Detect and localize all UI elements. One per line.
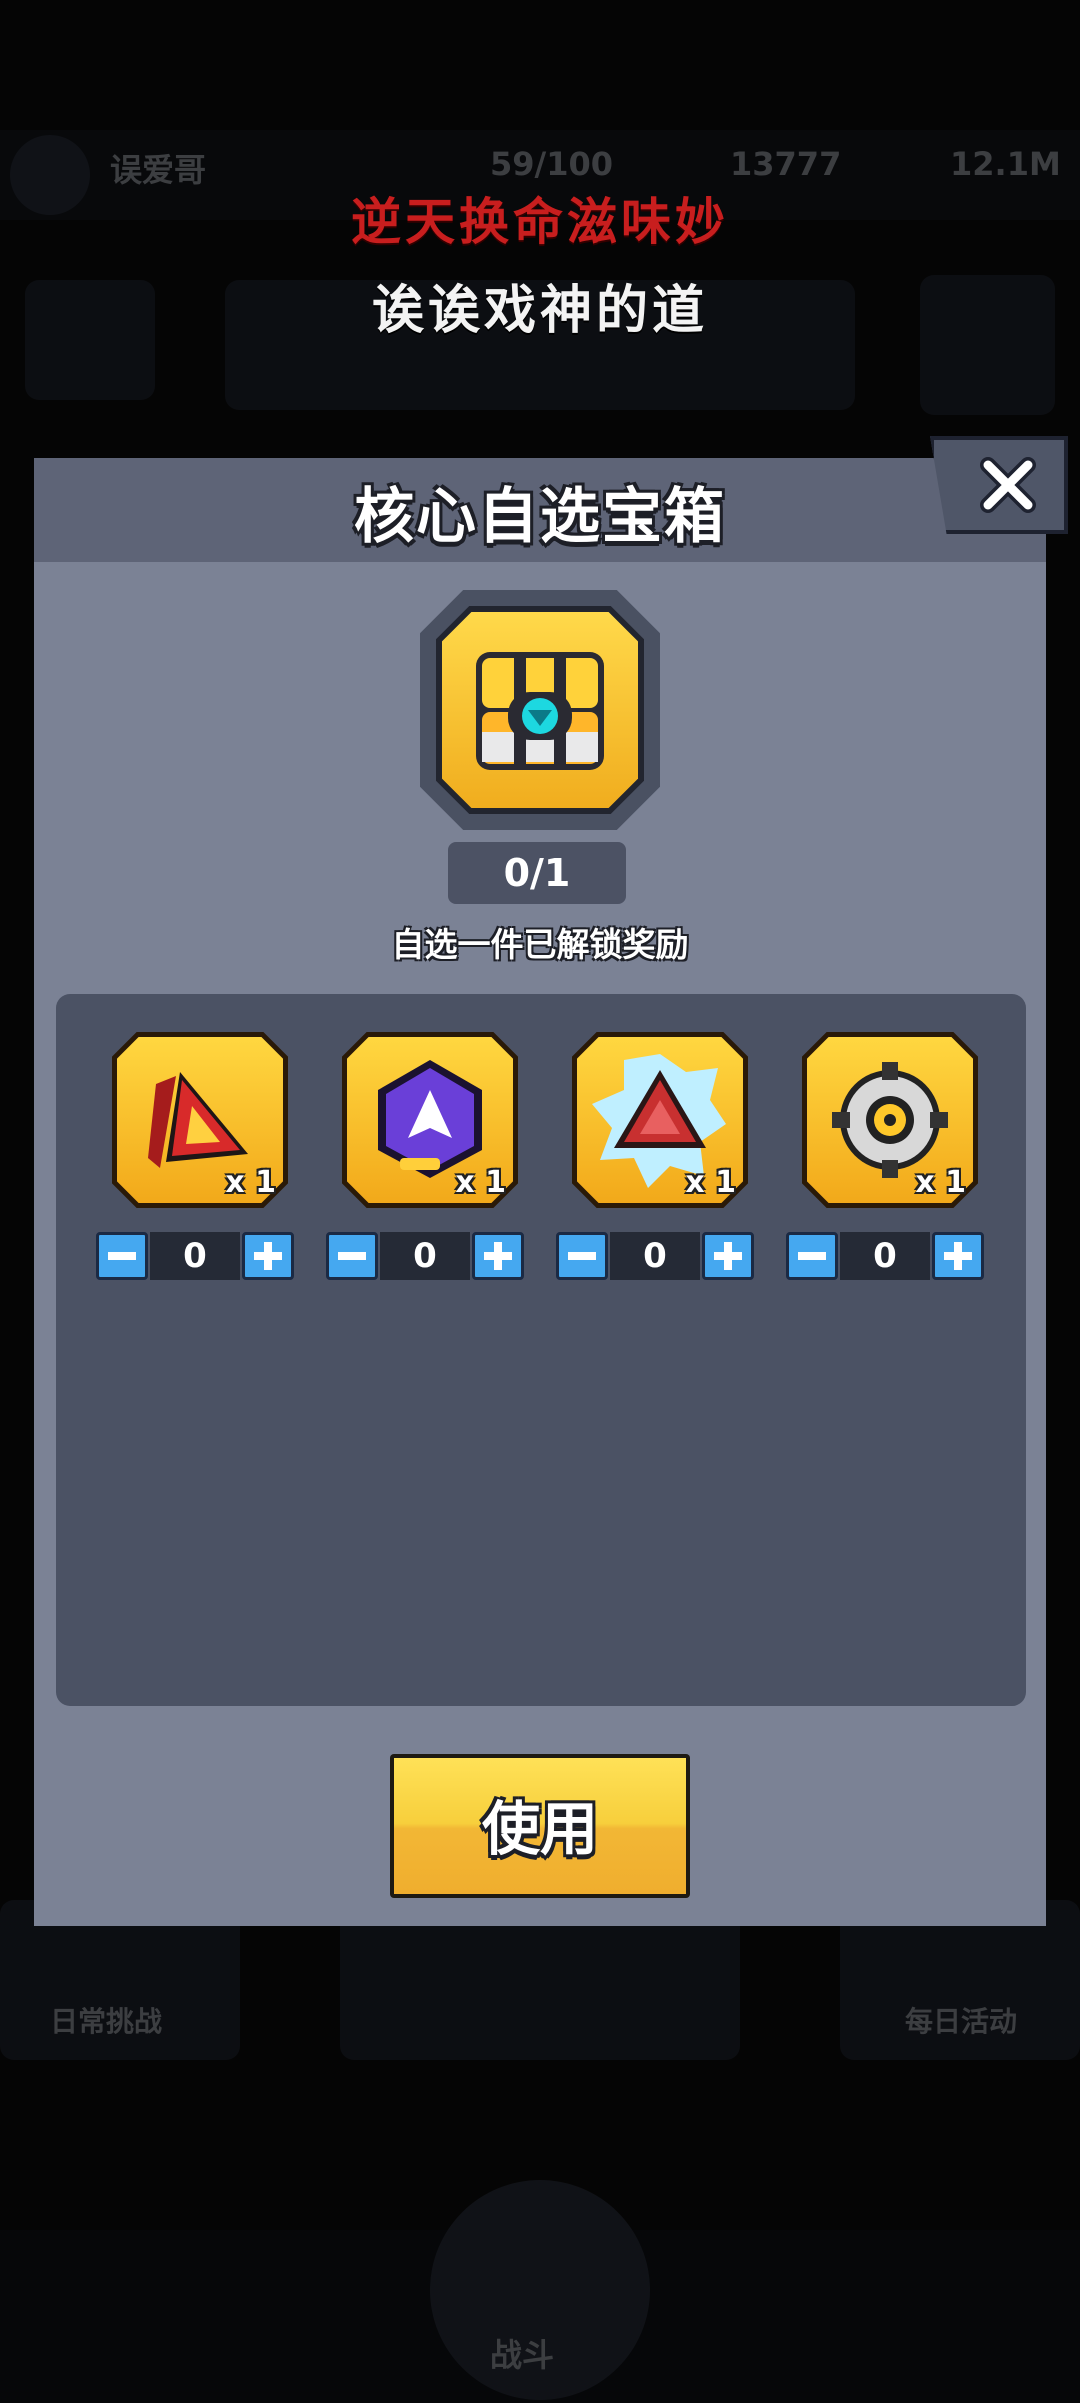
reward-item-icon[interactable]: x 1	[572, 1032, 748, 1208]
reward-item: x 1 0	[556, 1032, 766, 1312]
close-icon	[980, 457, 1036, 513]
reward-item-qty: x 1	[915, 1165, 966, 1200]
plus-icon	[944, 1242, 972, 1270]
reward-item-qty: x 1	[685, 1165, 736, 1200]
minus-icon	[108, 1252, 136, 1260]
chest-icon	[442, 612, 638, 808]
reward-item: x 1 0	[326, 1032, 536, 1312]
use-button[interactable]: 使用	[390, 1754, 690, 1898]
minus-icon	[798, 1252, 826, 1260]
modal-header: 核心自选宝箱	[34, 458, 1046, 562]
overlay-caption-line2: 诶诶戏神的道	[371, 280, 708, 341]
battle-label: 战斗	[490, 2336, 555, 2374]
close-button[interactable]	[930, 436, 1068, 534]
reward-item-qty: x 1	[225, 1165, 276, 1200]
decrease-button[interactable]	[556, 1232, 608, 1280]
energy-count: 59/100	[490, 145, 614, 183]
quantity-value: 0	[840, 1232, 930, 1280]
reward-item-icon[interactable]: x 1	[802, 1032, 978, 1208]
increase-button[interactable]	[932, 1232, 984, 1280]
increase-button[interactable]	[702, 1232, 754, 1280]
minus-icon	[568, 1252, 596, 1260]
reward-item: x 1 0	[96, 1032, 306, 1312]
increase-button[interactable]	[472, 1232, 524, 1280]
quantity-value: 0	[610, 1232, 700, 1280]
plus-icon	[484, 1242, 512, 1270]
increase-button[interactable]	[242, 1232, 294, 1280]
quantity-value: 0	[150, 1232, 240, 1280]
plus-icon	[254, 1242, 282, 1270]
quantity-stepper: 0	[556, 1232, 756, 1282]
decrease-button[interactable]	[786, 1232, 838, 1280]
gem-count: 12.1M	[950, 145, 1061, 183]
quantity-stepper: 0	[96, 1232, 296, 1282]
quantity-stepper: 0	[786, 1232, 986, 1282]
daily-challenge-label: 日常挑战	[50, 2005, 163, 2038]
reward-item-qty: x 1	[455, 1165, 506, 1200]
plus-icon	[714, 1242, 742, 1270]
daily-activity-label: 每日活动	[905, 2005, 1018, 2038]
quantity-stepper: 0	[326, 1232, 526, 1282]
reward-item: x 1 0	[786, 1032, 996, 1312]
core-chest-modal: 核心自选宝箱 0/1 自选一件已解锁奖励 x 1 0 x 1 0 x 1 0 x…	[34, 458, 1046, 1926]
reward-item-icon[interactable]: x 1	[342, 1032, 518, 1208]
chest-frame	[420, 590, 660, 830]
items-panel: x 1 0 x 1 0 x 1 0 x 1 0	[56, 994, 1026, 1706]
decrease-button[interactable]	[326, 1232, 378, 1280]
modal-subtitle: 自选一件已解锁奖励	[391, 925, 689, 964]
coin-count: 13777	[730, 145, 842, 183]
reward-item-icon[interactable]: x 1	[112, 1032, 288, 1208]
overlay-caption-line1: 逆天换命滋味妙	[351, 192, 729, 251]
minus-icon	[338, 1252, 366, 1260]
selection-counter: 0/1	[448, 842, 626, 904]
quantity-value: 0	[380, 1232, 470, 1280]
decrease-button[interactable]	[96, 1232, 148, 1280]
use-button-label: 使用	[481, 1795, 598, 1863]
modal-title: 核心自选宝箱	[354, 482, 726, 552]
